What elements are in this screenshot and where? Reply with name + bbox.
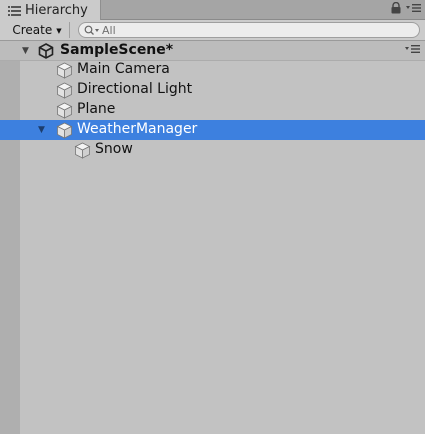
- scene-row[interactable]: ▼ SampleScene*: [0, 41, 425, 61]
- search-field[interactable]: All: [78, 22, 420, 38]
- hierarchy-item-weathermanager[interactable]: ▼ WeatherManager: [0, 120, 425, 140]
- item-label: Directional Light: [77, 81, 193, 97]
- cube-icon: [56, 82, 73, 99]
- cube-icon: [56, 62, 73, 79]
- unity-logo-icon: [38, 43, 54, 59]
- dropdown-arrow-icon: ▼: [56, 26, 62, 35]
- expand-arrow-icon[interactable]: ▼: [22, 46, 29, 56]
- tab-hierarchy[interactable]: Hierarchy: [0, 0, 101, 21]
- cube-icon: [74, 142, 91, 159]
- create-button[interactable]: Create ▼: [7, 21, 67, 39]
- search-placeholder: All: [102, 23, 116, 37]
- scene-menu-icon[interactable]: [405, 44, 420, 57]
- hierarchy-item-snow[interactable]: Snow: [0, 140, 425, 160]
- cube-icon: [56, 102, 73, 119]
- hierarchy-item-main-camera[interactable]: Main Camera: [0, 60, 425, 80]
- item-label: Plane: [77, 101, 116, 117]
- hierarchy-toolbar: Create ▼ All: [0, 20, 425, 41]
- toolbar-divider: [69, 22, 70, 38]
- tab-title: Hierarchy: [25, 3, 88, 18]
- item-label: Main Camera: [77, 61, 170, 77]
- lock-icon[interactable]: [391, 2, 401, 14]
- scene-name: SampleScene*: [60, 42, 174, 58]
- list-icon: [8, 5, 21, 16]
- search-icon[interactable]: [84, 25, 101, 36]
- hierarchy-item-plane[interactable]: Plane: [0, 100, 425, 120]
- item-label: Snow: [95, 141, 133, 157]
- hierarchy-item-directional-light[interactable]: Directional Light: [0, 80, 425, 100]
- cube-icon: [56, 122, 73, 139]
- item-label: WeatherManager: [77, 121, 198, 137]
- create-label: Create: [12, 23, 53, 37]
- tab-controls: [391, 2, 421, 14]
- menu-icon[interactable]: [406, 3, 421, 13]
- expand-arrow-icon[interactable]: ▼: [38, 125, 45, 135]
- tab-bar: Hierarchy: [0, 0, 425, 21]
